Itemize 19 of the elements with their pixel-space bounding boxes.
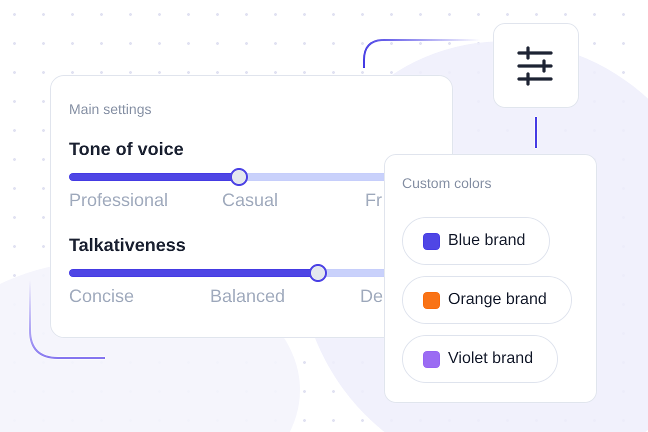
card-title: Main settings [69,101,152,117]
slider-stop-label: De [360,286,384,307]
slider[interactable] [69,168,384,186]
slider-stop-label: Casual [222,190,280,211]
color-chip[interactable]: Orange brand [402,276,572,324]
slider-label: Tone of voice [69,139,185,160]
connector-line [535,117,537,148]
color-chip[interactable]: Violet brand [402,335,558,383]
slider-stop-label: Balanced [210,286,286,307]
settings-tile[interactable] [493,23,579,108]
slider-stop-label: Fr [365,190,383,211]
slider-stop-label: Professional [69,190,170,211]
slider-thumb[interactable] [308,264,327,282]
card-title: Custom colors [402,175,492,191]
color-chip[interactable]: Blue brand [402,217,550,265]
slider-label: Talkativeness [69,235,187,256]
slider-stop-label: Concise [69,286,136,307]
slider[interactable] [69,264,384,282]
slider-thumb[interactable] [230,168,248,186]
